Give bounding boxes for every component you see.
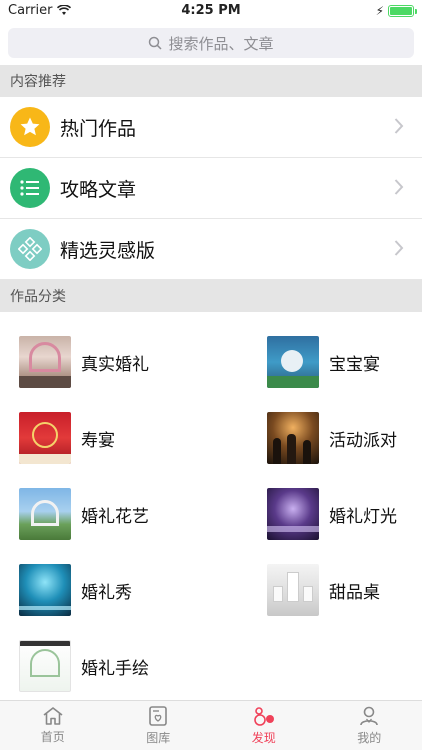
search-placeholder: 搜索作品、文章 <box>168 34 274 53</box>
recommend-item-label: 热门作品 <box>60 117 137 140</box>
category-item-birthday-banquet[interactable]: 寿宴 <box>19 412 115 464</box>
birthday-banquet-photo <box>19 412 71 464</box>
chevron-right-icon <box>394 240 404 256</box>
list-icon <box>10 168 50 208</box>
home-icon <box>43 707 63 725</box>
category-label: 婚礼秀 <box>81 582 132 603</box>
recommend-item-hot-works[interactable]: 热门作品 <box>0 97 422 158</box>
profile-icon <box>360 706 379 726</box>
real-wedding-photo <box>19 336 71 388</box>
category-item-real-wedding[interactable]: 真实婚礼 <box>19 336 149 388</box>
discover-icon <box>253 707 274 726</box>
tab-label: 首页 <box>40 730 65 744</box>
gallery-icon <box>149 706 168 726</box>
dessert-table-photo <box>267 564 319 616</box>
category-label: 甜品桌 <box>329 582 380 603</box>
category-item-wedding-flowers[interactable]: 婚礼花艺 <box>19 488 149 540</box>
category-label: 真实婚礼 <box>81 354 149 375</box>
category-label: 活动派对 <box>329 430 397 451</box>
chevron-right-icon <box>394 179 404 195</box>
tab-label: 图库 <box>146 731 171 745</box>
category-label: 婚礼手绘 <box>81 658 149 679</box>
wedding-sketch-photo <box>19 640 71 692</box>
recommend-item-inspiration[interactable]: 精选灵感版 <box>0 219 422 280</box>
category-label: 寿宴 <box>81 430 115 451</box>
tab-bar: 首页 图库 发现 我的 <box>0 700 422 750</box>
charging-icon: ⚡ <box>375 4 384 18</box>
tab-profile[interactable]: 我的 <box>317 701 422 750</box>
search-icon <box>149 36 163 50</box>
battery-icon <box>388 5 417 17</box>
wedding-flowers-photo <box>19 488 71 540</box>
chevron-right-icon <box>394 118 404 134</box>
tab-label: 我的 <box>357 731 382 745</box>
status-time: 4:25 PM <box>181 3 241 18</box>
star-icon <box>10 107 50 147</box>
category-label: 婚礼灯光 <box>329 506 397 527</box>
wedding-show-photo <box>19 564 71 616</box>
section-header-recommend: 内容推荐 <box>0 65 422 97</box>
tab-home[interactable]: 首页 <box>0 701 106 750</box>
recommend-item-label: 攻略文章 <box>60 178 137 201</box>
recommend-item-articles[interactable]: 攻略文章 <box>0 158 422 219</box>
category-item-wedding-show[interactable]: 婚礼秀 <box>19 564 132 616</box>
category-item-wedding-lighting[interactable]: 婚礼灯光 <box>267 488 397 540</box>
section-header-category: 作品分类 <box>0 280 422 312</box>
party-event-photo <box>267 412 319 464</box>
category-item-party-event[interactable]: 活动派对 <box>267 412 397 464</box>
category-item-baby-party[interactable]: 宝宝宴 <box>267 336 380 388</box>
category-label: 婚礼花艺 <box>81 506 149 527</box>
category-item-wedding-sketch[interactable]: 婚礼手绘 <box>19 640 149 692</box>
category-label: 宝宝宴 <box>329 354 380 375</box>
tab-label: 发现 <box>251 731 276 745</box>
category-item-dessert-table[interactable]: 甜品桌 <box>267 564 380 616</box>
recommend-item-label: 精选灵感版 <box>60 239 156 262</box>
wedding-lighting-photo <box>267 488 319 540</box>
status-bar: Carrier 4:25 PM ⚡ <box>0 0 422 22</box>
tab-gallery[interactable]: 图库 <box>106 701 212 750</box>
baby-party-photo <box>267 336 319 388</box>
tab-discover[interactable]: 发现 <box>211 701 317 750</box>
search-input[interactable]: 搜索作品、文章 <box>8 28 414 58</box>
inspiration-icon <box>10 229 50 269</box>
